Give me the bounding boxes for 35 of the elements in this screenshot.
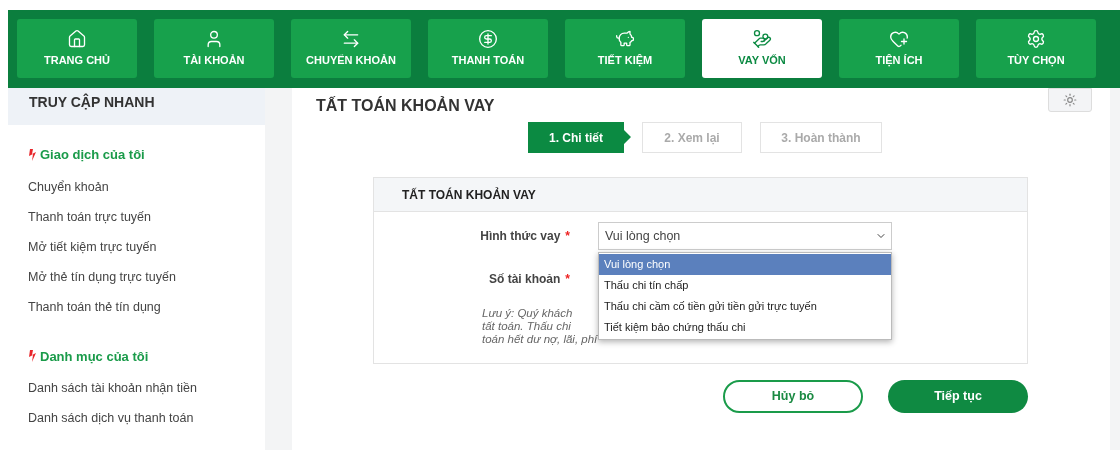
- sidebar-link[interactable]: Thanh toán thẻ tín dụng: [28, 296, 245, 327]
- note-text: tất toán. Thấu chi: [482, 320, 571, 333]
- nav-tab[interactable]: VAY VỐN: [702, 19, 822, 78]
- sidebar-link[interactable]: Mở thẻ tín dụng trực tuyến: [28, 266, 245, 297]
- gear-icon: [1026, 28, 1046, 49]
- sidebar-header: TRUY CẬP NHANH: [8, 88, 265, 125]
- lightning-icon: [28, 148, 37, 161]
- field-label: Số tài khoản: [489, 271, 561, 288]
- cancel-button[interactable]: Hủy bỏ: [723, 380, 863, 413]
- dollar-coin-icon: [478, 28, 498, 49]
- required-mark: *: [565, 271, 570, 288]
- sidebar-link[interactable]: Thanh toán trực tuyến: [28, 206, 245, 237]
- page-title: TẤT TOÁN KHOẢN VAY: [316, 95, 495, 116]
- card-title: TẤT TOÁN KHOẢN VAY: [402, 186, 536, 204]
- sidebar-link[interactable]: Danh sách dịch vụ thanh toán: [28, 408, 245, 438]
- sidebar-link[interactable]: Chuyển khoản: [28, 176, 245, 207]
- continue-button[interactable]: Tiếp tục: [888, 380, 1028, 413]
- dropdown-option[interactable]: Thấu chi tín chấp: [599, 275, 891, 296]
- dropdown-option[interactable]: Tiết kiệm bảo chứng thấu chi: [599, 317, 891, 338]
- note-text: Lưu ý: Quý khách: [482, 307, 573, 320]
- loan-type-select[interactable]: Vui lòng chọn: [598, 222, 892, 250]
- arrows-icon: [341, 28, 361, 49]
- note-text: toán hết dư nợ, lãi, phí: [482, 333, 598, 346]
- section-heading: Danh mục của tôi: [40, 347, 149, 366]
- field-label: Hình thức vay: [480, 228, 561, 245]
- dropdown-option[interactable]: Vui lòng chọn: [599, 254, 891, 275]
- house-icon: [67, 28, 87, 49]
- piggy-bank-icon: [615, 28, 635, 49]
- sidebar-link[interactable]: Mở tiết kiệm trực tuyến: [28, 236, 245, 267]
- required-mark: *: [565, 228, 570, 245]
- section-heading: Giao dịch của tôi: [40, 146, 145, 164]
- dropdown-option[interactable]: Thấu chi cầm cố tiền gửi tiền gửi trực tuyến: [599, 296, 891, 317]
- lightbulb-button[interactable]: [1048, 88, 1092, 112]
- lightning-icon: [28, 350, 37, 363]
- sidebar-link[interactable]: Danh sách tài khoản nhận tiền: [28, 378, 245, 408]
